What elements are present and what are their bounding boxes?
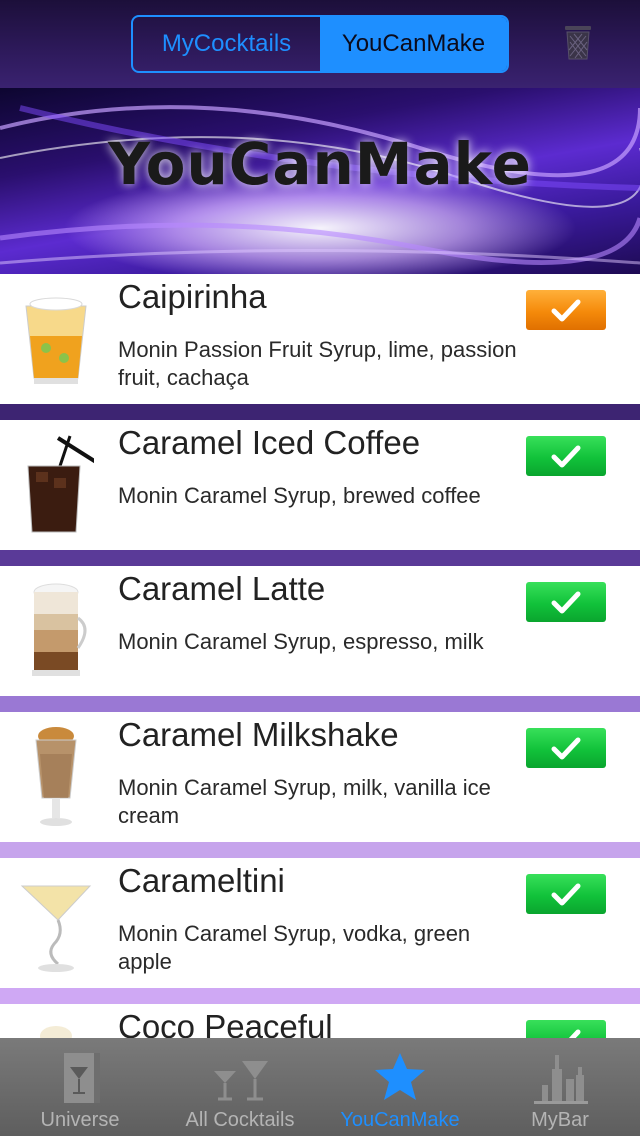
cocktail-ingredients: Monin Caramel Syrup, brewed coffee	[118, 483, 481, 508]
martini-glass-icon	[20, 885, 92, 972]
segment-youcanmake[interactable]: YouCanMake	[320, 17, 507, 71]
row-separator	[0, 696, 640, 712]
list-item[interactable]: Caramel Iced Coffee Monin Caramel Syrup,…	[0, 420, 640, 550]
tab-mybar[interactable]: MyBar	[480, 1038, 640, 1136]
cocktail-name: Carameltini	[118, 862, 285, 899]
list-item[interactable]: Caramel Latte Monin Caramel Syrup, espre…	[0, 566, 640, 696]
tab-universe[interactable]: Universe	[0, 1038, 160, 1136]
list-item[interactable]: Coco Peaceful	[0, 1004, 640, 1038]
cocktail-ingredients: Monin Caramel Syrup, espresso, milk	[118, 629, 484, 654]
banner: YouCanMake	[0, 88, 640, 274]
cocktail-ingredients: Monin Caramel Syrup, vodka, green apple	[118, 921, 471, 974]
segment-mycocktails[interactable]: MyCocktails	[133, 17, 320, 71]
tab-label: All Cocktails	[185, 1109, 295, 1131]
cocktail-ingredients: Monin Caramel Syrup, milk, vanilla ice c…	[118, 775, 491, 828]
coco-glass-icon	[40, 1026, 72, 1038]
checkmark-button[interactable]	[526, 728, 606, 768]
navigation-bar: MyCocktails YouCanMake	[0, 0, 640, 88]
tab-bar: Universe All Cocktails YouCanMake MyBar	[0, 1038, 640, 1136]
checkmark-button[interactable]	[526, 436, 606, 476]
cocktail-list[interactable]: Caipirinha Monin Passion Fruit Syrup, li…	[0, 274, 640, 1038]
bar-bottles-icon	[534, 1055, 588, 1104]
iced-coffee-glass-icon	[27, 435, 94, 533]
tab-label: MyBar	[531, 1109, 589, 1131]
checkmark-button[interactable]	[526, 290, 606, 330]
checkmark-icon	[551, 299, 581, 322]
checkmark-icon	[568, 1029, 581, 1038]
cocktail-name: Caramel Iced Coffee	[118, 424, 421, 461]
list-item[interactable]: Caipirinha Monin Passion Fruit Syrup, li…	[0, 274, 640, 404]
segmented-control: MyCocktails YouCanMake	[131, 15, 509, 73]
list-item[interactable]: Carameltini Monin Caramel Syrup, vodka, …	[0, 858, 640, 988]
tab-all-cocktails[interactable]: All Cocktails	[160, 1038, 320, 1136]
banner-title: YouCanMake	[107, 130, 532, 198]
row-separator	[0, 404, 640, 420]
cocktail-glasses-icon	[214, 1061, 268, 1101]
latte-glass-icon	[32, 583, 87, 676]
cocktail-name: Caramel Milkshake	[118, 716, 399, 753]
checkmark-icon	[551, 591, 581, 614]
checkmark-icon	[551, 883, 581, 906]
checkmark-icon	[551, 445, 581, 468]
tab-label: Universe	[40, 1109, 120, 1131]
caipirinha-glass-icon	[25, 297, 87, 384]
milkshake-glass-icon	[35, 727, 77, 826]
trash-icon[interactable]	[558, 22, 598, 62]
row-separator	[0, 988, 640, 1004]
list-item[interactable]: Caramel Milkshake Monin Caramel Syrup, m…	[0, 712, 640, 842]
row-separator	[0, 550, 640, 566]
tab-youcanmake[interactable]: YouCanMake	[320, 1038, 480, 1136]
checkmark-icon	[551, 737, 581, 760]
cocktail-name: Coco Peaceful	[118, 1008, 333, 1038]
tab-label: YouCanMake	[340, 1109, 460, 1131]
universe-icon	[64, 1053, 100, 1103]
star-icon	[375, 1053, 425, 1100]
checkmark-button[interactable]	[526, 874, 606, 914]
cocktail-name: Caipirinha	[118, 278, 267, 315]
cocktail-ingredients: Monin Passion Fruit Syrup, lime, passion…	[118, 337, 517, 390]
checkmark-button[interactable]	[526, 582, 606, 622]
cocktail-name: Caramel Latte	[118, 570, 326, 607]
checkmark-button[interactable]	[526, 1020, 606, 1038]
row-separator	[0, 842, 640, 858]
